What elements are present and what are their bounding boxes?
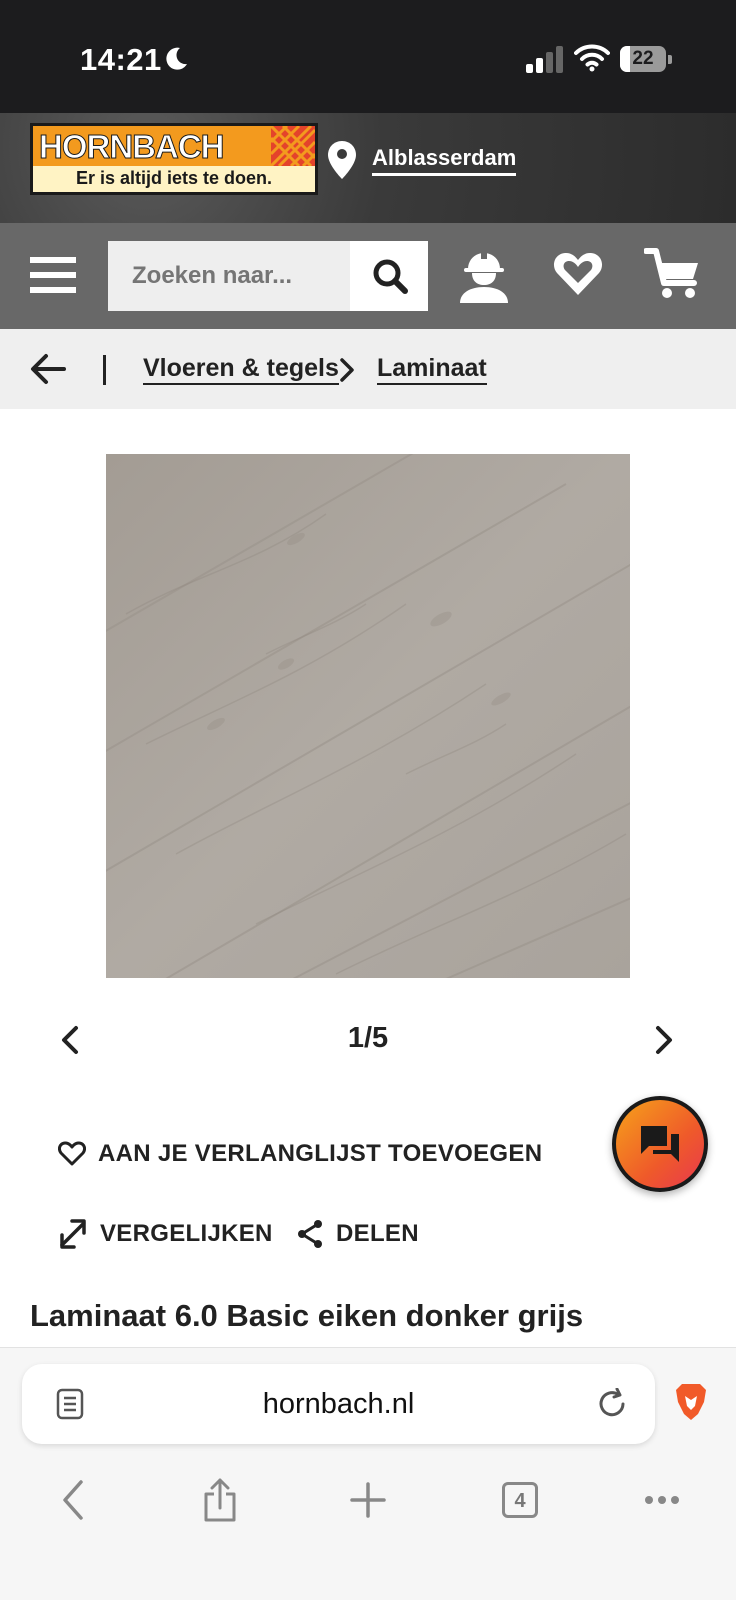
compare-icon xyxy=(60,1219,86,1249)
tab-count: 4 xyxy=(502,1482,538,1518)
compare-label: VERGELIJKEN xyxy=(100,1220,273,1247)
tabs-button[interactable]: 4 xyxy=(496,1476,544,1524)
status-time: 14:21 xyxy=(80,42,162,77)
share-icon xyxy=(204,1478,236,1522)
share-label: DELEN xyxy=(336,1220,419,1247)
reload-icon[interactable] xyxy=(596,1388,628,1420)
more-menu-button[interactable] xyxy=(638,1476,686,1524)
gallery-counter: 1/5 xyxy=(347,1022,389,1054)
search-button[interactable] xyxy=(352,241,428,311)
back-arrow-icon[interactable] xyxy=(30,353,66,385)
moon-icon xyxy=(166,47,187,70)
hornbach-logo[interactable]: HORNBACH Er is altijd iets te doen. xyxy=(30,123,318,195)
browser-share-button[interactable] xyxy=(196,1476,244,1524)
battery-level: 22 xyxy=(632,48,654,69)
share-icon xyxy=(298,1220,322,1248)
breadcrumb: Vloeren & tegels Laminaat xyxy=(0,329,736,409)
store-location-link[interactable]: Alblasserdam xyxy=(372,145,517,176)
share-button[interactable]: DELEN xyxy=(296,1214,419,1254)
browser-toolbar: hornbach.nl 4 xyxy=(0,1347,736,1600)
cart-icon[interactable] xyxy=(644,247,702,301)
add-to-wishlist-label: AAN JE VERLANGLIJST TOEVOEGEN xyxy=(98,1140,543,1167)
nav-bar xyxy=(0,223,736,329)
chat-icon xyxy=(641,1126,679,1162)
gallery-prev-icon[interactable] xyxy=(58,1024,82,1056)
status-bar: 14:21 22 xyxy=(0,0,736,113)
breadcrumb-item-vloeren-tegels[interactable]: Vloeren & tegels xyxy=(143,353,339,385)
brand-header: HORNBACH Er is altijd iets te doen. Albl… xyxy=(0,113,736,223)
logo-text: HORNBACH xyxy=(39,128,225,166)
breadcrumb-separator xyxy=(103,355,106,385)
laminate-floor-image xyxy=(106,454,630,978)
brave-icon[interactable] xyxy=(674,1382,708,1422)
gallery-next-icon[interactable] xyxy=(652,1024,676,1056)
search-bar xyxy=(108,241,428,311)
menu-icon[interactable] xyxy=(30,255,76,295)
search-input[interactable] xyxy=(108,241,350,311)
tabs-icon: 4 xyxy=(502,1482,538,1518)
wifi-icon xyxy=(574,44,610,72)
address-bar[interactable]: hornbach.nl xyxy=(22,1364,655,1444)
back-icon xyxy=(63,1480,83,1520)
add-to-wishlist-button[interactable]: AAN JE VERLANGLIJST TOEVOEGEN xyxy=(58,1134,542,1174)
battery-icon: 22 xyxy=(620,46,672,72)
account-icon[interactable] xyxy=(456,247,512,303)
product-title: Laminaat 6.0 Basic eiken donker grijs xyxy=(30,1298,584,1333)
wishlist-icon[interactable] xyxy=(552,249,604,299)
more-icon xyxy=(645,1496,679,1504)
logo-mark xyxy=(269,124,317,168)
signal-icon xyxy=(526,46,563,73)
new-tab-icon xyxy=(350,1482,386,1518)
chevron-right-icon xyxy=(340,358,354,382)
search-icon xyxy=(373,259,408,294)
new-tab-button[interactable] xyxy=(344,1476,392,1524)
heart-icon xyxy=(58,1141,86,1166)
url-text: hornbach.nl xyxy=(262,1388,415,1420)
compare-button[interactable]: VERGELIJKEN xyxy=(58,1214,273,1254)
breadcrumb-item-laminaat[interactable]: Laminaat xyxy=(377,353,487,385)
product-image[interactable] xyxy=(106,454,630,978)
location-pin-icon[interactable] xyxy=(328,141,356,179)
logo-slogan: Er is altijd iets te doen. xyxy=(75,168,273,188)
browser-back-button[interactable] xyxy=(50,1476,98,1524)
chat-button[interactable] xyxy=(612,1096,708,1192)
